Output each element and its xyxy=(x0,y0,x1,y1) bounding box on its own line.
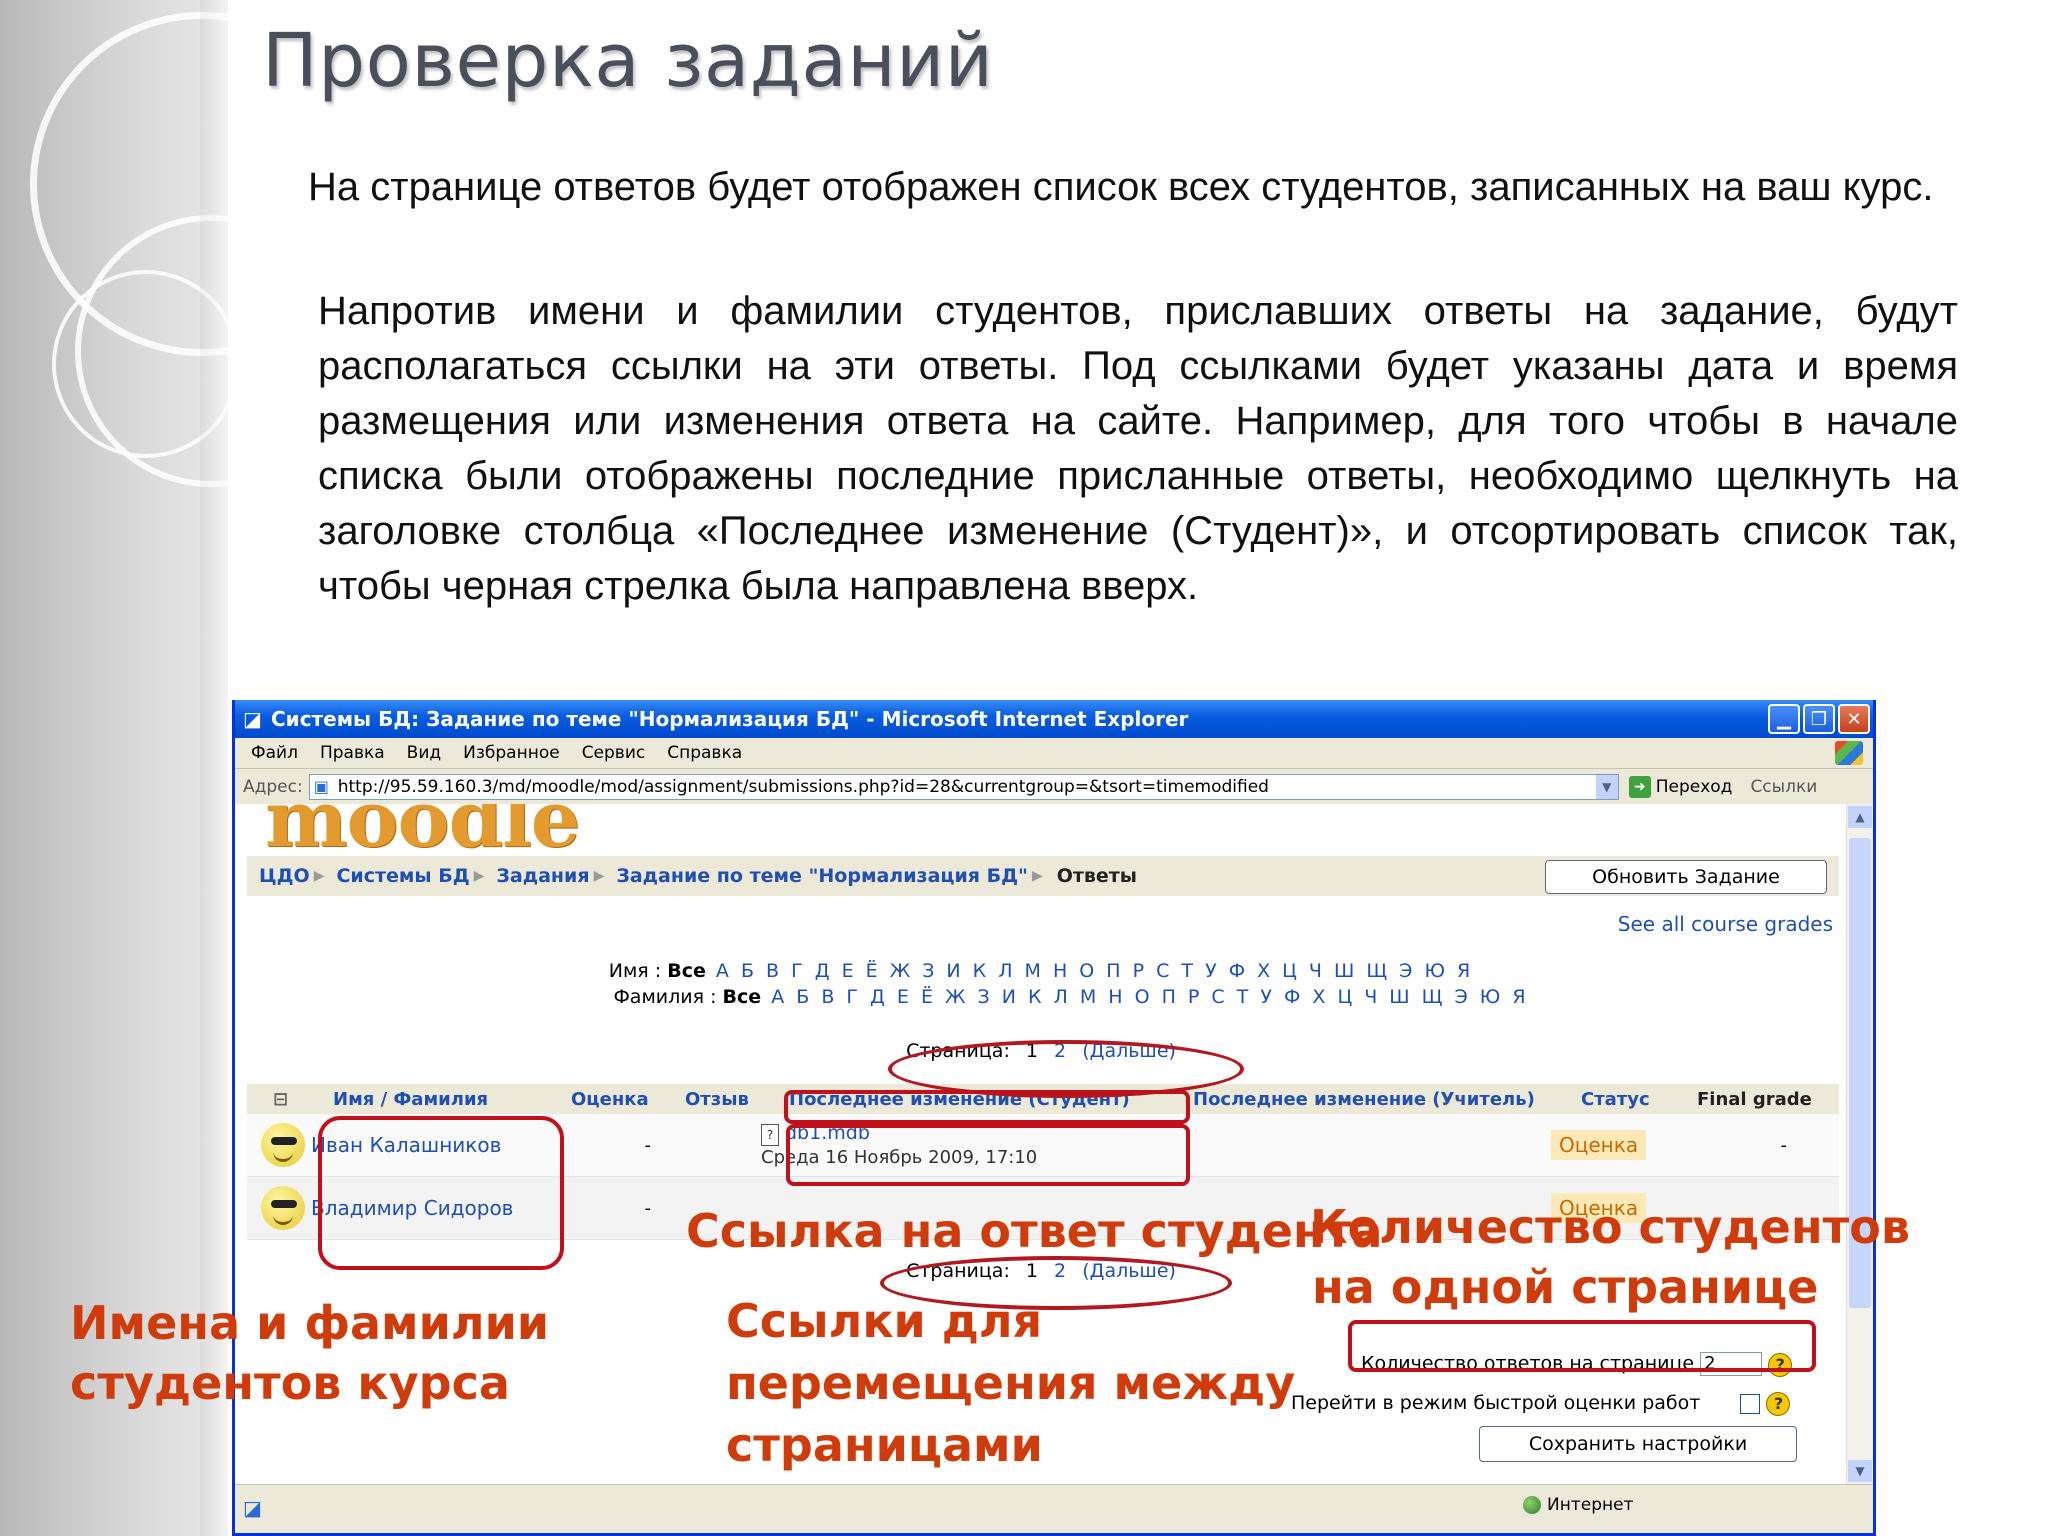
file-icon: ? xyxy=(761,1123,779,1146)
firstname-filter: Имя : Все А Б В Г Д Е Ё Ж З И К Л М Н О … xyxy=(235,960,1847,982)
annotation-answer-link: Ссылка на ответ студента xyxy=(686,1204,1383,1258)
column-header-highlight xyxy=(784,1090,1190,1124)
breadcrumb-separator-icon: ▶ xyxy=(593,868,605,884)
col-grade[interactable]: Оценка xyxy=(571,1089,685,1110)
lastname-letters[interactable]: А Б В Г Д Е Ё Ж З И К Л М Н О П Р С Т У … xyxy=(771,986,1528,1008)
menu-file[interactable]: Файл xyxy=(251,743,298,763)
vertical-scrollbar[interactable]: ▲ ▼ xyxy=(1846,804,1873,1484)
slide-paragraph-2: Напротив имени и фамилии студентов, прис… xyxy=(318,289,1958,608)
slide-paragraph-1: На странице ответов будет отображен спис… xyxy=(308,165,1934,209)
answer-link-highlight xyxy=(786,1124,1190,1186)
col-name[interactable]: Имя / Фамилия xyxy=(333,1089,571,1110)
links-button[interactable]: Ссылки xyxy=(1750,777,1817,797)
quick-grade-setting: Перейти в режим быстрой оценки работ ? xyxy=(1291,1392,1791,1416)
firstname-letters[interactable]: А Б В Г Д Е Ё Ж З И К Л М Н О П Р С Т У … xyxy=(716,960,1473,982)
col-last-modified-teacher[interactable]: Последнее изменение (Учитель) xyxy=(1193,1089,1581,1110)
go-label: Переход xyxy=(1655,777,1733,797)
menu-view[interactable]: Вид xyxy=(407,743,441,763)
chevron-down-icon[interactable]: ▼ xyxy=(1595,775,1618,799)
breadcrumb-cdo[interactable]: ЦДО xyxy=(259,865,310,887)
update-assignment-button[interactable]: Обновить Задание xyxy=(1545,860,1827,894)
ie-app-icon: ◪ xyxy=(243,707,262,731)
lastname-filter: Фамилия : Все А Б В Г Д Е Ё Ж З И К Л М … xyxy=(235,986,1847,1008)
menu-bar: Файл Правка Вид Избранное Сервис Справка xyxy=(235,738,1873,769)
address-bar: Адрес: ▣ http://95.59.160.3/md/moodle/mo… xyxy=(235,769,1873,806)
page-icon: ▣ xyxy=(313,777,329,796)
scroll-down-icon[interactable]: ▼ xyxy=(1848,1460,1872,1482)
annotation-names-2: студентов курса xyxy=(70,1356,510,1410)
annotation-paging-2: перемещения между xyxy=(726,1356,1296,1410)
help-icon[interactable]: ? xyxy=(1766,1392,1791,1416)
lastname-label: Фамилия : xyxy=(613,986,717,1008)
quick-grade-checkbox[interactable] xyxy=(1740,1393,1761,1414)
breadcrumb-assignments[interactable]: Задания xyxy=(496,865,589,887)
address-label: Адрес: xyxy=(243,777,303,797)
status-grade-button[interactable]: Оценка xyxy=(1551,1130,1647,1160)
menu-tools[interactable]: Сервис xyxy=(582,743,646,763)
go-arrow-icon: ➜ xyxy=(1628,776,1651,798)
ie-titlebar[interactable]: ◪ Системы БД: Задание по теме "Нормализа… xyxy=(235,700,1873,738)
menu-favorites[interactable]: Избранное xyxy=(463,743,560,763)
page-status-icon: ◪ xyxy=(243,1496,262,1520)
save-settings-button[interactable]: Сохранить настройки xyxy=(1479,1426,1797,1462)
annotation-students-per-page-1: Количество студентов xyxy=(1310,1200,1910,1254)
grade-value: - xyxy=(644,1134,652,1156)
col-comment[interactable]: Отзыв xyxy=(685,1089,789,1110)
avatar xyxy=(247,1123,307,1167)
address-input[interactable]: ▣ http://95.59.160.3/md/moodle/mod/assig… xyxy=(308,774,1619,800)
breadcrumb: ЦДО ▶ Системы БД ▶ Задания ▶ Задание по тем… xyxy=(247,856,1839,896)
annotation-paging-3: страницами xyxy=(726,1418,1043,1472)
student-names-highlight xyxy=(318,1116,564,1270)
breadcrumb-separator-icon: ▶ xyxy=(473,868,485,884)
breadcrumb-separator-icon: ▶ xyxy=(313,868,325,884)
go-button[interactable]: ➜ Переход xyxy=(1628,776,1733,798)
grade-value: - xyxy=(644,1197,652,1219)
minimize-button[interactable]: ▁ xyxy=(1768,704,1800,734)
url-text[interactable]: http://95.59.160.3/md/moodle/mod/assignm… xyxy=(338,777,1596,797)
annotation-names-1: Имена и фамилии xyxy=(70,1296,550,1350)
annotation-paging-1: Ссылки для xyxy=(726,1294,1043,1348)
firstname-label: Имя : xyxy=(608,960,662,982)
firstname-all[interactable]: Все xyxy=(667,960,706,982)
per-page-highlight xyxy=(1348,1320,1816,1372)
scroll-up-icon[interactable]: ▲ xyxy=(1848,806,1872,828)
zone-label: Интернет xyxy=(1547,1495,1634,1515)
avatar xyxy=(247,1186,307,1230)
annotation-students-per-page-2: на одной странице xyxy=(1312,1260,1819,1314)
col-status[interactable]: Статус xyxy=(1581,1089,1697,1110)
final-grade-value: - xyxy=(1780,1134,1788,1156)
globe-icon xyxy=(1523,1496,1541,1514)
breadcrumb-current: Ответы xyxy=(1056,865,1137,887)
slide-title: Проверка заданий xyxy=(262,18,994,104)
breadcrumb-separator-icon: ▶ xyxy=(1031,868,1043,884)
windows-logo-icon xyxy=(1835,741,1863,765)
user-avatar-icon xyxy=(261,1186,305,1230)
close-button[interactable]: ✕ xyxy=(1838,704,1870,734)
security-zone: Интернет xyxy=(1523,1495,1633,1515)
maximize-button[interactable]: ❐ xyxy=(1803,704,1835,734)
lastname-all[interactable]: Все xyxy=(723,986,762,1008)
collapse-icon[interactable]: ⊟ xyxy=(247,1089,333,1110)
all-course-grades-link[interactable]: See all course grades xyxy=(1618,912,1833,936)
window-title: Системы БД: Задание по теме "Нормализаци… xyxy=(271,707,1189,731)
col-final-grade[interactable]: Final grade xyxy=(1697,1089,1817,1110)
quick-grade-label: Перейти в режим быстрой оценки работ xyxy=(1291,1392,1701,1414)
user-avatar-icon xyxy=(261,1123,305,1167)
menu-help[interactable]: Справка xyxy=(667,743,742,763)
breadcrumb-course[interactable]: Системы БД xyxy=(336,865,469,887)
status-bar: ◪ Интернет xyxy=(235,1484,1873,1531)
breadcrumb-assignment[interactable]: Задание по теме "Нормализация БД" xyxy=(616,865,1028,887)
menu-edit[interactable]: Правка xyxy=(320,743,385,763)
